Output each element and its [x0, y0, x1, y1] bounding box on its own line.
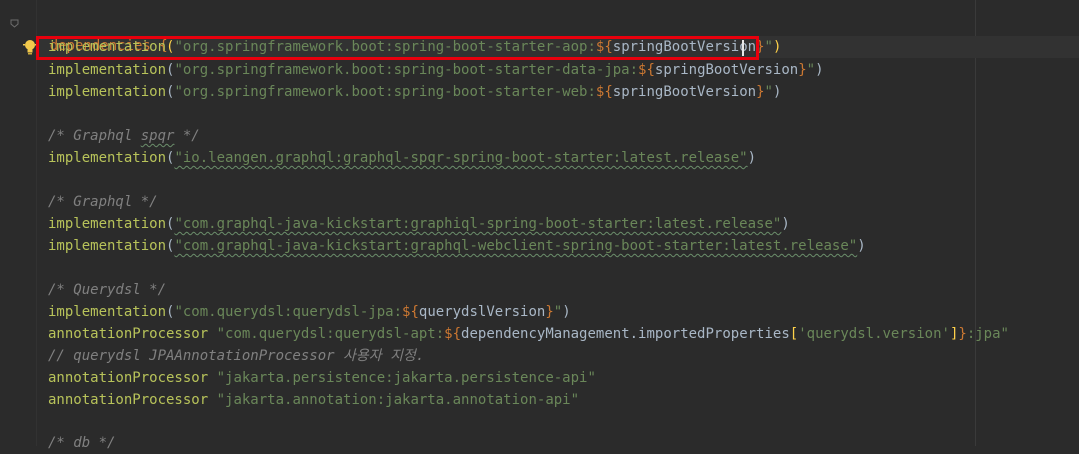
paren: ) [562, 304, 571, 320]
code-comment-line[interactable]: /* Graphql spqr */ [48, 125, 200, 147]
function-call-name: implementation [48, 150, 167, 166]
variable-ref: dependencyManagement.importedProperties [461, 326, 790, 342]
variable-ref: querydslVersion [418, 304, 546, 320]
code-comment-line[interactable]: /* Querydsl */ [48, 279, 166, 301]
template-brace: { [646, 62, 655, 78]
comment: /* Graphql [48, 128, 141, 144]
string-literal: 'querydsl.version' [798, 326, 950, 342]
string-quote: " [764, 84, 773, 100]
code-line[interactable]: dependencies { [16, 13, 168, 54]
string-quote: " [806, 62, 816, 78]
comment: */ [174, 128, 200, 144]
code-line[interactable]: implementation("com.graphql-java-kicksta… [48, 235, 866, 257]
variable-ref: springBootVersion [654, 62, 799, 78]
code-comment-line[interactable]: /* Graphql */ [48, 191, 158, 213]
string-literal: "jakarta.persistence:jakarta.persistence… [216, 370, 596, 386]
function-call-name: annotationProcessor [48, 392, 209, 408]
string-literal: "org.springframework.boot:spring-boot-st… [174, 62, 639, 78]
gutter-separator [36, 0, 37, 446]
paren: ) [772, 39, 782, 55]
template-brace: } [798, 62, 807, 78]
comment: /* db */ [48, 435, 116, 451]
comment-typo-word: spqr [140, 128, 175, 144]
code-line[interactable]: annotationProcessor "jakarta.annotation:… [48, 389, 579, 411]
function-call-name: annotationProcessor [48, 326, 209, 342]
string-literal: "org.springframework.boot:spring-boot-st… [174, 84, 596, 100]
string-quote: " [764, 39, 773, 55]
string-literal: "com.querydsl:querydsl-apt: [216, 326, 445, 342]
code-line[interactable]: implementation("org.springframework.boot… [48, 81, 781, 103]
function-call-name: implementation [48, 216, 167, 232]
template-brace: } [545, 304, 554, 320]
template-brace: } [756, 84, 765, 100]
code-comment-line[interactable]: /* db */ [48, 432, 115, 454]
right-margin-guide [975, 0, 976, 446]
function-call-name: annotationProcessor [48, 370, 209, 386]
code-editor[interactable]: dependencies { implementation("org.sprin… [0, 0, 1079, 451]
string-literal: "io.leangen.graphql:graphql-spqr-spring-… [174, 150, 748, 166]
code-comment-line[interactable]: // querydsl JPAAnnotationProcessor 사용자 지… [48, 345, 424, 367]
template-brace: { [604, 84, 613, 100]
comment: /* Graphql */ [48, 194, 158, 210]
string-literal: "com.graphql-java-kickstart:graphiql-spr… [174, 216, 782, 232]
code-line[interactable]: annotationProcessor "com.querydsl:queryd… [48, 323, 1009, 345]
variable-ref: springBootVersion [612, 84, 757, 100]
string-literal: "com.graphql-java-kickstart:graphql-webc… [174, 238, 858, 254]
code-line[interactable]: implementation("org.springframework.boot… [48, 59, 824, 81]
bracket: [ [789, 326, 799, 342]
comment: /* Querydsl */ [48, 282, 167, 298]
string-literal: :jpa" [966, 326, 1009, 342]
paren: ) [857, 238, 866, 254]
template-brace: { [410, 304, 419, 320]
paren: ) [772, 84, 782, 100]
string-quote: " [553, 304, 563, 320]
function-call-name: implementation [48, 304, 167, 320]
code-line[interactable]: implementation("com.graphql-java-kicksta… [48, 213, 790, 235]
template-brace: } [958, 326, 967, 342]
highlight-annotation-box [36, 36, 759, 60]
code-line[interactable]: annotationProcessor "jakarta.persistence… [48, 367, 596, 389]
string-literal: "com.querydsl:querydsl-jpa: [174, 304, 403, 320]
paren: ) [747, 150, 757, 166]
comment: // querydsl JPAAnnotationProcessor 사용자 지… [48, 348, 425, 364]
function-call-name: implementation [48, 62, 167, 78]
code-line[interactable]: implementation("io.leangen.graphql:graph… [48, 147, 756, 169]
template-brace: { [452, 326, 462, 342]
function-call-name: implementation [48, 238, 167, 254]
function-call-name: implementation [48, 84, 167, 100]
template-dollar: $ [444, 326, 453, 342]
paren: ) [781, 216, 790, 232]
string-literal: "jakarta.annotation:jakarta.annotation-a… [216, 392, 580, 408]
paren: ) [815, 62, 824, 78]
code-line[interactable]: implementation("com.querydsl:querydsl-jp… [48, 301, 571, 323]
